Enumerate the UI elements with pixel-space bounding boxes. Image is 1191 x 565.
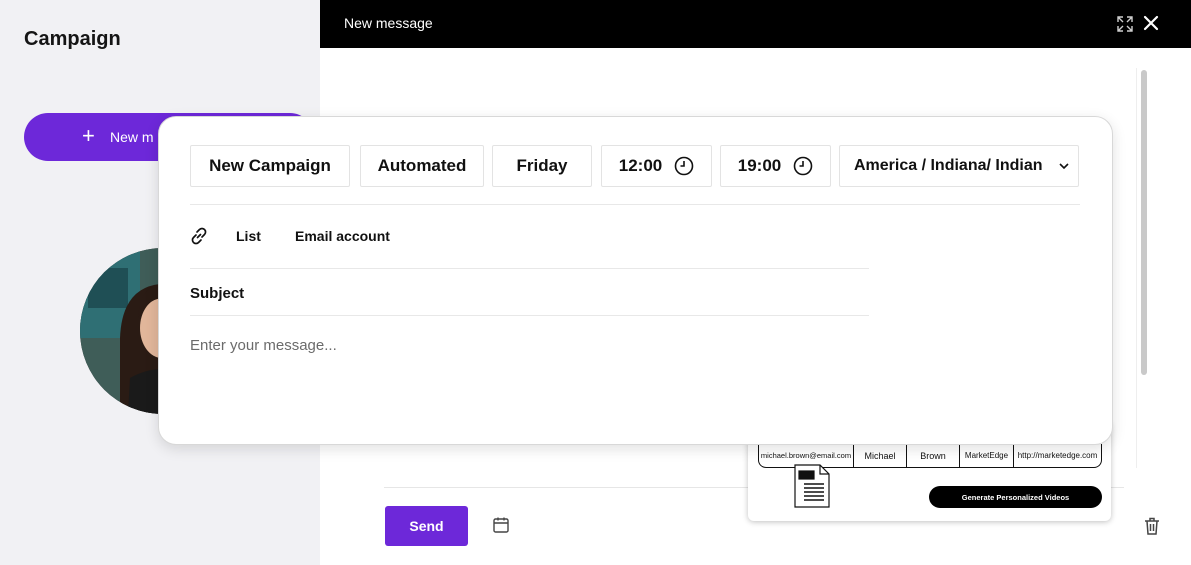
email-account-selector[interactable]: Email account bbox=[295, 228, 390, 244]
divider bbox=[190, 268, 869, 269]
plus-icon: + bbox=[82, 123, 95, 148]
subject-field[interactable]: Subject bbox=[190, 285, 244, 302]
message-input[interactable] bbox=[190, 337, 1070, 427]
link-icon[interactable] bbox=[188, 225, 210, 247]
start-time-chip[interactable]: 12:00 bbox=[601, 145, 712, 187]
csv-cell-website: http://marketedge.com bbox=[1017, 451, 1098, 460]
campaign-mode-chip[interactable]: Automated bbox=[360, 145, 484, 187]
timezone-value: America / Indiana/ Indian bbox=[854, 157, 1043, 174]
divider bbox=[190, 315, 869, 316]
scrollbar[interactable] bbox=[1136, 68, 1150, 468]
timezone-select[interactable]: America / Indiana/ Indian bbox=[839, 145, 1079, 187]
generate-videos-button[interactable]: Generate Personalized Videos bbox=[929, 486, 1102, 508]
list-selector[interactable]: List bbox=[236, 228, 261, 244]
csv-file-icon bbox=[794, 464, 830, 508]
day-chip[interactable]: Friday bbox=[492, 145, 592, 187]
csv-cell-first-name: Michael bbox=[854, 444, 907, 467]
csv-cell-last-name: Brown bbox=[907, 444, 960, 467]
trash-icon[interactable] bbox=[1143, 516, 1161, 536]
close-icon[interactable] bbox=[1141, 13, 1161, 33]
send-button[interactable]: Send bbox=[385, 506, 468, 546]
page-title: Campaign bbox=[24, 28, 121, 50]
csv-cell-company: MarketEdge bbox=[960, 444, 1014, 467]
end-time-value: 19:00 bbox=[737, 156, 782, 175]
expand-icon[interactable] bbox=[1115, 14, 1135, 34]
chevron-down-icon bbox=[1059, 163, 1069, 170]
calendar-icon[interactable] bbox=[492, 516, 510, 534]
clock-icon bbox=[793, 156, 813, 176]
campaign-name-chip[interactable]: New Campaign bbox=[190, 145, 350, 187]
new-message-label: New m bbox=[110, 129, 154, 145]
compose-header: New message bbox=[320, 0, 1191, 48]
clock-icon bbox=[674, 156, 694, 176]
start-time-value: 12:00 bbox=[618, 156, 663, 175]
end-time-chip[interactable]: 19:00 bbox=[720, 145, 831, 187]
divider bbox=[190, 204, 1080, 205]
scrollbar-thumb[interactable] bbox=[1141, 70, 1147, 375]
campaign-settings-card: New Campaign Automated Friday 12:00 19:0… bbox=[158, 116, 1113, 445]
compose-title: New message bbox=[344, 15, 433, 31]
